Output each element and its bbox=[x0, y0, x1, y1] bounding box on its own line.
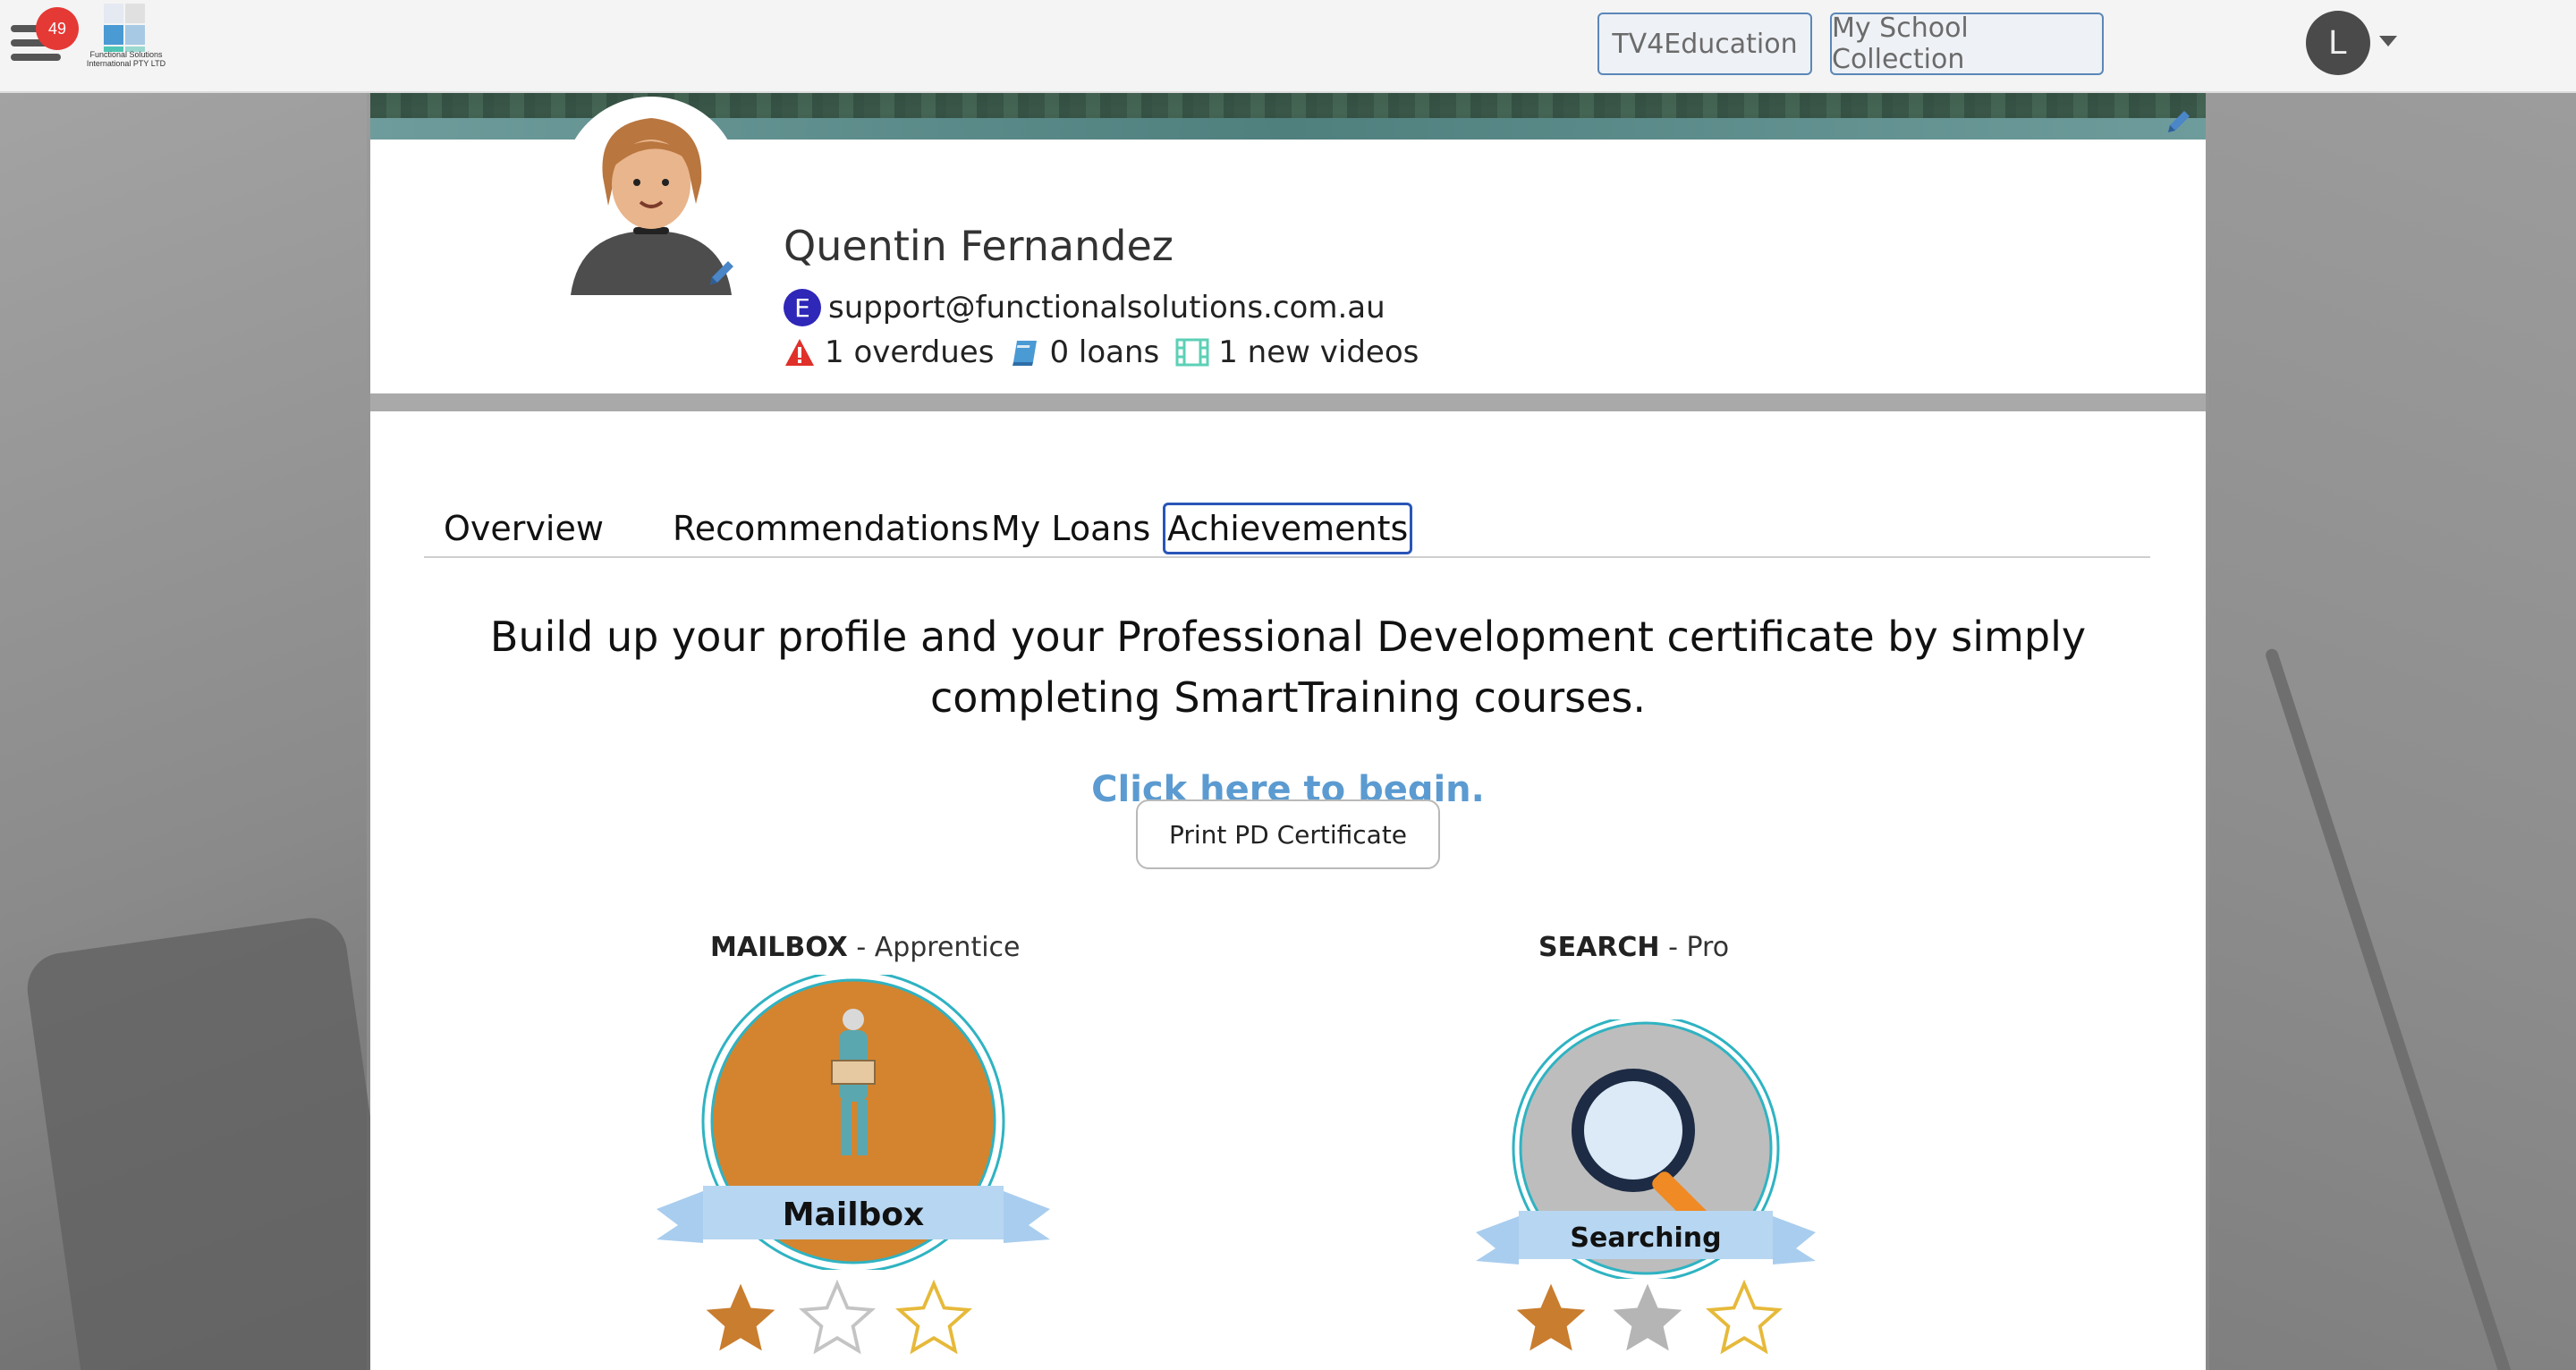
profile-panel: Quentin Fernandez E support@functionalso… bbox=[370, 93, 2206, 1370]
mailbox-badge: Mailbox bbox=[657, 975, 1050, 1270]
videos-text: 1 new videos bbox=[1218, 334, 1419, 370]
achievement-name: SEARCH bbox=[1538, 932, 1660, 963]
user-avatar[interactable]: L bbox=[2306, 11, 2370, 75]
achievement-mailbox-title: MAILBOX - Apprentice bbox=[710, 932, 1021, 963]
achievement-search-title: SEARCH - Pro bbox=[1538, 932, 1729, 963]
loans-text: 0 loans bbox=[1049, 334, 1160, 370]
my-school-collection-button[interactable]: My School Collection bbox=[1830, 13, 2104, 75]
search-badge: Searching bbox=[1476, 1019, 1816, 1279]
chevron-down-icon[interactable] bbox=[2379, 36, 2397, 47]
top-navigation-bar: 49 Functional Solutions International PT… bbox=[0, 0, 2576, 93]
background-right-photo bbox=[2209, 93, 2576, 1370]
star-filled-icon bbox=[1613, 1283, 1682, 1351]
background-left-photo bbox=[0, 93, 407, 1370]
mailbox-stars bbox=[699, 1277, 989, 1359]
warning-icon bbox=[785, 339, 814, 366]
film-icon bbox=[1175, 338, 1209, 367]
tv4education-button[interactable]: TV4Education bbox=[1597, 13, 1812, 75]
profile-email: support@functionalsolutions.com.au bbox=[828, 290, 1385, 326]
profile-tabs: Overview Recommendations My Loans Achiev… bbox=[424, 408, 2150, 558]
videos-stat[interactable]: 1 new videos bbox=[1175, 334, 1419, 370]
overdues-stat[interactable]: 1 overdues bbox=[784, 334, 994, 370]
email-icon: E bbox=[784, 289, 821, 326]
star-empty-icon bbox=[1706, 1279, 1783, 1355]
star-filled-icon bbox=[1516, 1283, 1586, 1351]
tab-my-loans[interactable]: My Loans bbox=[991, 503, 1150, 554]
notification-badge[interactable]: 49 bbox=[36, 7, 79, 50]
profile-email-row: E support@functionalsolutions.com.au bbox=[784, 288, 1385, 327]
achievement-name: MAILBOX bbox=[710, 932, 848, 963]
search-stars bbox=[1510, 1277, 1800, 1359]
pencil-icon[interactable] bbox=[705, 254, 741, 290]
achievement-level: - Pro bbox=[1668, 932, 1730, 963]
profile-stats: 1 overdues 0 loans 1 new videos bbox=[784, 333, 1435, 372]
pencil-icon[interactable] bbox=[2161, 106, 2197, 141]
star-empty-icon bbox=[895, 1279, 972, 1355]
logo-text: Functional Solutions International PTY L… bbox=[86, 50, 166, 68]
book-icon bbox=[1013, 341, 1038, 366]
tab-recommendations[interactable]: Recommendations bbox=[673, 503, 989, 554]
achievements-intro: Build up your profile and your Professio… bbox=[489, 613, 2087, 722]
overdues-text: 1 overdues bbox=[825, 334, 995, 370]
background-pen bbox=[2264, 647, 2525, 1370]
achievement-level: - Apprentice bbox=[856, 932, 1021, 963]
print-pd-certificate-button[interactable]: Print PD Certificate bbox=[1136, 799, 1440, 869]
search-badge-label: Searching bbox=[1570, 1222, 1721, 1254]
profile-name: Quentin Fernandez bbox=[784, 222, 1174, 270]
loans-stat[interactable]: 0 loans bbox=[1010, 334, 1159, 370]
background-tablet bbox=[22, 913, 407, 1370]
mailbox-badge-label: Mailbox bbox=[783, 1197, 925, 1233]
star-filled-icon bbox=[706, 1283, 775, 1351]
tab-achievements[interactable]: Achievements bbox=[1163, 503, 1413, 554]
star-empty-icon bbox=[799, 1279, 876, 1355]
tab-overview[interactable]: Overview bbox=[444, 503, 604, 554]
